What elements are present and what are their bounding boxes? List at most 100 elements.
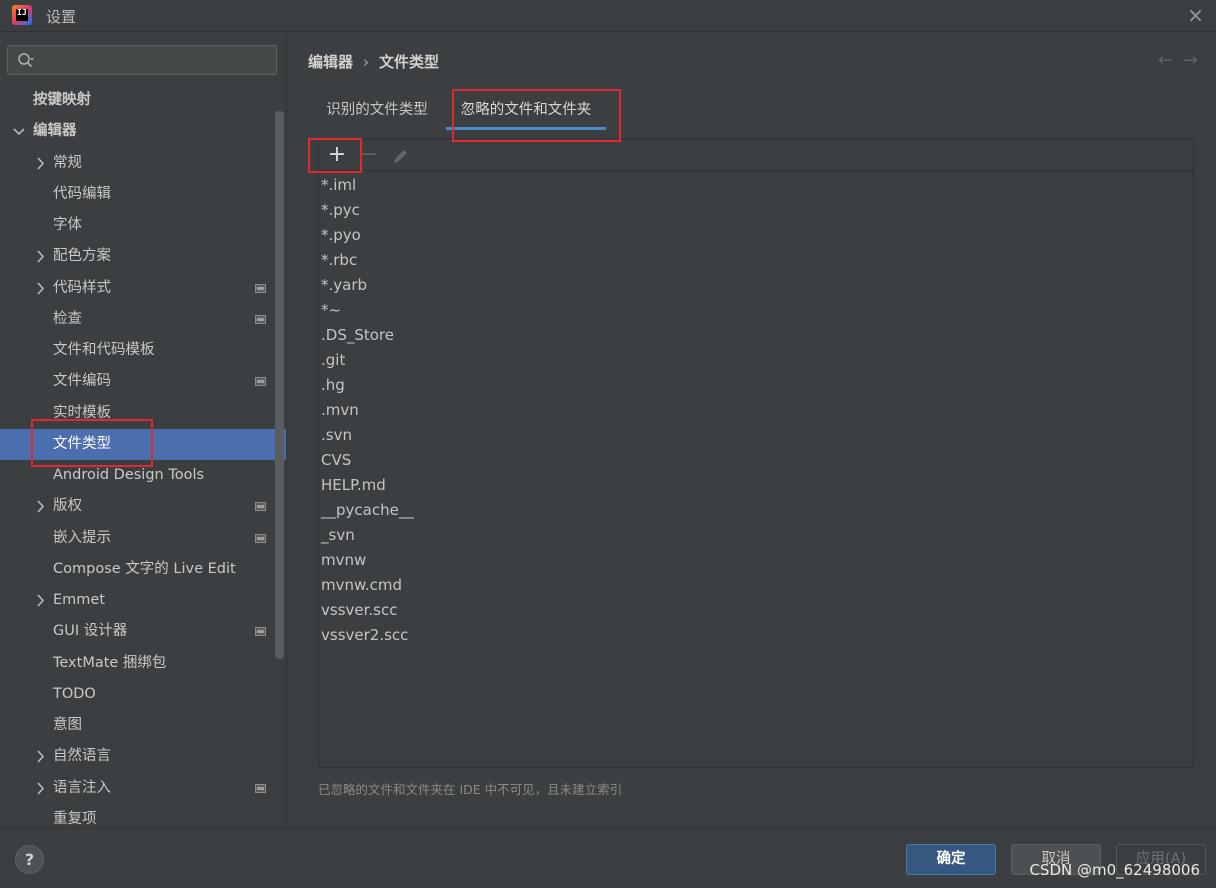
dialog-footer: ? 确定 取消 应用(A) CSDN @m0_62498006: [0, 828, 1216, 888]
project-scope-icon: [255, 314, 266, 324]
chevron-right-icon[interactable]: [33, 241, 47, 272]
sidebar-item[interactable]: 按键映射: [0, 85, 286, 116]
sidebar-item[interactable]: TextMate 捆绑包: [0, 648, 286, 679]
sidebar-item-label: 代码样式: [53, 279, 111, 296]
sidebar-item[interactable]: 代码样式: [0, 273, 286, 304]
sidebar-item[interactable]: 重复项: [0, 804, 286, 828]
help-button[interactable]: ?: [15, 845, 44, 874]
list-item[interactable]: _svn: [321, 523, 414, 548]
tab-ignored-files-folders[interactable]: 忽略的文件和文件夹: [446, 92, 606, 130]
list-item[interactable]: vssver.scc: [321, 598, 414, 623]
sidebar-item[interactable]: Android Design Tools: [0, 460, 286, 491]
list-item[interactable]: *.pyc: [321, 198, 414, 223]
chevron-down-icon[interactable]: [12, 116, 26, 147]
chevron-right-icon[interactable]: [33, 585, 47, 616]
chevron-right-icon[interactable]: [33, 148, 47, 179]
sidebar-item[interactable]: TODO: [0, 679, 286, 710]
settings-sidebar: 按键映射编辑器常规代码编辑字体配色方案代码样式检查文件和代码模板 文件编码实时模板…: [0, 33, 287, 828]
sidebar-item-label: 代码编辑: [53, 185, 111, 202]
list-item[interactable]: *.yarb: [321, 273, 414, 298]
sidebar-item[interactable]: 检查: [0, 304, 286, 335]
sidebar-scrollbar[interactable]: [275, 111, 284, 659]
settings-tree: 按键映射编辑器常规代码编辑字体配色方案代码样式检查文件和代码模板 文件编码实时模板…: [0, 85, 286, 828]
sidebar-item-label: 意图: [53, 717, 82, 733]
list-item[interactable]: *.iml: [321, 173, 414, 198]
sidebar-item[interactable]: 嵌入提示: [0, 523, 286, 554]
sidebar-item[interactable]: Emmet: [0, 585, 286, 616]
sidebar-item[interactable]: 版权: [0, 491, 286, 522]
chevron-right-icon[interactable]: [33, 741, 47, 772]
project-scope-icon: [255, 627, 266, 637]
list-toolbar: + −: [319, 139, 1193, 171]
edit-button[interactable]: [389, 143, 413, 167]
list-item[interactable]: vssver2.scc: [321, 623, 414, 648]
sidebar-item[interactable]: 代码编辑: [0, 179, 286, 210]
project-scope-icon: [255, 783, 266, 793]
breadcrumb-parent: 编辑器: [308, 53, 354, 71]
list-item[interactable]: mvnw: [321, 548, 414, 573]
sidebar-item[interactable]: GUI 设计器: [0, 616, 286, 647]
back-arrow-icon[interactable]: ←: [1158, 50, 1183, 71]
sidebar-item[interactable]: 语言注入: [0, 773, 286, 804]
sidebar-item[interactable]: 文件编码: [0, 366, 286, 397]
add-button[interactable]: +: [325, 143, 349, 167]
sidebar-item[interactable]: 自然语言: [0, 741, 286, 772]
list-item[interactable]: HELP.md: [321, 473, 414, 498]
ignored-files-panel: + − *.iml *.pyc *.pyo *.rbc *.yarb *~ .DS_Stor…: [318, 138, 1194, 768]
sidebar-item-label: 编辑器: [33, 123, 77, 140]
sidebar-item-label: 字体: [53, 217, 82, 233]
sidebar-item[interactable]: 实时模板: [0, 398, 286, 429]
list-item[interactable]: .mvn: [321, 398, 414, 423]
sidebar-item-label: 文件编码: [53, 373, 111, 390]
list-item[interactable]: *.rbc: [321, 248, 414, 273]
list-item[interactable]: __pycache__: [321, 498, 414, 523]
sidebar-item-label: 语言注入: [53, 779, 111, 796]
sidebar-item[interactable]: 编辑器: [0, 116, 286, 147]
sidebar-item-label: 版权: [53, 498, 82, 515]
sidebar-item[interactable]: 文件类型: [0, 428, 286, 460]
sidebar-item-label: 文件和代码模板: [53, 342, 155, 358]
list-item[interactable]: mvnw.cmd: [321, 573, 414, 598]
sidebar-item[interactable]: Compose 文字的 Live Edit: [0, 554, 286, 585]
sidebar-item[interactable]: 字体: [0, 210, 286, 241]
title-bar: IJ 设置 ×: [0, 0, 1216, 32]
list-item[interactable]: *.pyo: [321, 223, 414, 248]
sidebar-item-label: Emmet: [53, 592, 106, 608]
sidebar-item-label: 按键映射: [33, 92, 91, 108]
sidebar-item[interactable]: 常规: [0, 148, 286, 179]
sidebar-item-label: 检查: [53, 310, 82, 327]
sidebar-item[interactable]: 意图: [0, 710, 286, 741]
list-item[interactable]: CVS: [321, 448, 414, 473]
chevron-right-icon[interactable]: [33, 491, 47, 522]
list-item[interactable]: .DS_Store: [321, 323, 414, 348]
sidebar-item-label: 重复项: [53, 810, 97, 827]
list-item[interactable]: .git: [321, 348, 414, 373]
list-item[interactable]: .hg: [321, 373, 414, 398]
sidebar-item[interactable]: 文件和代码模板: [0, 335, 286, 366]
ok-button[interactable]: 确定: [906, 844, 996, 875]
remove-button[interactable]: −: [357, 143, 381, 167]
list-item[interactable]: *~: [321, 298, 414, 323]
settings-search-input[interactable]: [7, 45, 277, 75]
sidebar-item[interactable]: 配色方案: [0, 241, 286, 272]
project-scope-icon: [255, 533, 266, 543]
app-logo-icon: IJ: [12, 5, 32, 25]
ignored-files-hint: 已忽略的文件和文件夹在 IDE 中不可见，且未建立索引: [318, 782, 623, 797]
ignored-files-list: *.iml *.pyc *.pyo *.rbc *.yarb *~ .DS_Store .gi…: [321, 173, 414, 648]
chevron-right-icon[interactable]: [33, 773, 47, 804]
list-item[interactable]: .svn: [321, 423, 414, 448]
sidebar-item-label: GUI 设计器: [53, 623, 128, 640]
pencil-icon: [394, 150, 407, 163]
sidebar-item-label: 配色方案: [53, 248, 111, 265]
csdn-watermark: CSDN @m0_62498006: [1029, 861, 1200, 879]
breadcrumb-separator: ›: [363, 53, 370, 71]
sidebar-item-label: TODO: [53, 685, 96, 702]
sidebar-item-label: 常规: [53, 154, 82, 171]
forward-arrow-icon[interactable]: →: [1183, 50, 1208, 71]
breadcrumb-current: 文件类型: [379, 53, 440, 71]
window-title: 设置: [46, 8, 77, 26]
tab-recognized-file-types[interactable]: 识别的文件类型: [308, 92, 446, 130]
chevron-right-icon[interactable]: [33, 273, 47, 304]
search-icon: [18, 53, 34, 68]
close-icon[interactable]: ×: [1187, 4, 1204, 26]
